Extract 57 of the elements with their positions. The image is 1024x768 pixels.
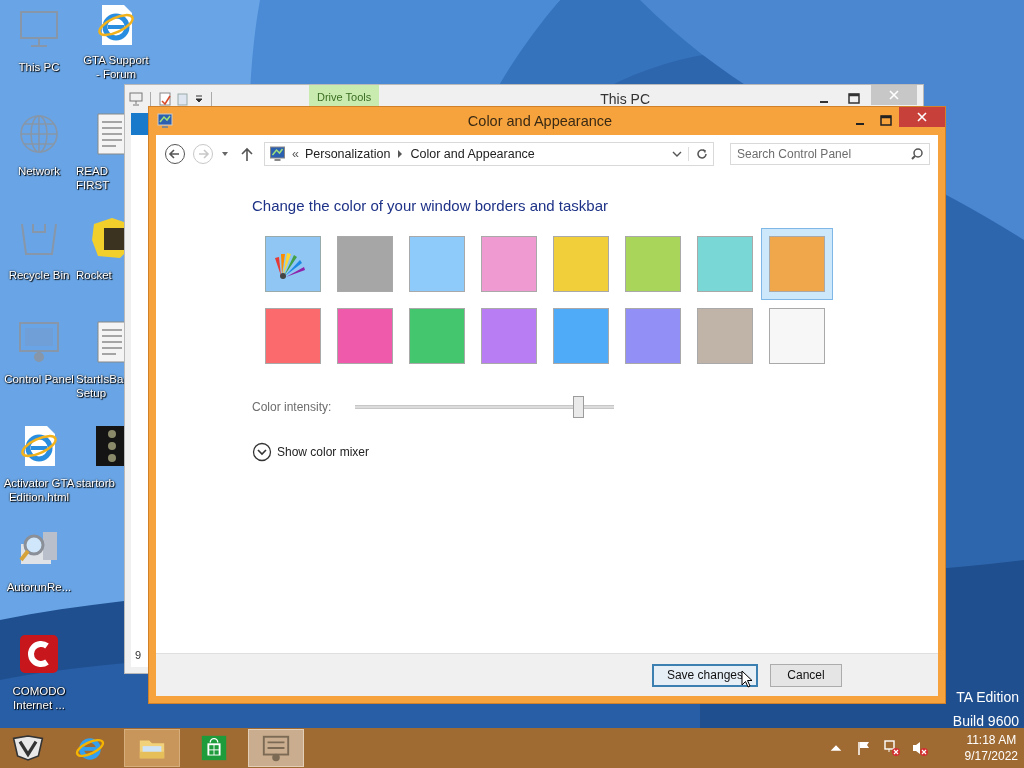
color-palette-icon (265, 236, 321, 292)
chevron-down-icon[interactable] (672, 149, 682, 159)
control-panel-taskbar-button[interactable] (248, 729, 304, 767)
monitor-icon[interactable] (129, 92, 143, 106)
color-tile[interactable] (761, 228, 833, 300)
cancel-button[interactable]: Cancel (770, 663, 842, 687)
icon-label: This PC (18, 60, 60, 74)
icon-label: StartIsBa (76, 372, 124, 386)
icon-label: Activator GTA (3, 476, 75, 490)
save-button[interactable]: Save changes (651, 663, 758, 687)
search-field[interactable]: Search Control Panel (730, 143, 930, 165)
edition-text: TA Edition (956, 688, 1019, 707)
search-icon[interactable] (910, 147, 924, 161)
icon-label: - Forum (95, 67, 137, 81)
clock-time[interactable]: 11:18 AM (966, 732, 1017, 748)
refresh-icon[interactable] (688, 147, 709, 161)
icon-label: Recycle Bin (8, 268, 70, 282)
control-panel-icon (157, 113, 173, 129)
page-heading: Change the color of your window borders and taskbar (252, 197, 610, 214)
shield-logo-icon (12, 733, 44, 763)
chevron-icon[interactable] (396, 149, 405, 159)
cursor-icon (741, 670, 753, 688)
icon-label: Edition.html (8, 490, 70, 504)
overflow-mark[interactable]: « (292, 147, 299, 161)
speaker-muted-icon[interactable] (911, 740, 928, 756)
icon-label: COMODO (12, 684, 66, 698)
flag-icon[interactable] (855, 740, 872, 756)
window-title: This PC (599, 91, 651, 107)
network-error-icon[interactable] (883, 740, 900, 756)
breadcrumb[interactable]: Color and Appearance (410, 147, 535, 161)
window-title: Color and Appearance (466, 113, 614, 129)
caret-icon[interactable] (194, 94, 204, 104)
expand-icon[interactable] (252, 442, 272, 462)
icon-label: Internet ... (13, 698, 65, 712)
icon-label: startorb (76, 476, 115, 490)
address-bar[interactable]: « Personalization Color and Appearance (264, 142, 714, 166)
clock-date[interactable]: 9/17/2022 (964, 748, 1018, 764)
control-panel-icon (269, 146, 286, 162)
breadcrumb[interactable]: Personalization (304, 147, 391, 161)
edition-text: Build 9600 (952, 712, 1019, 731)
icon-label: GTA Support (83, 53, 149, 67)
icon-label: Control Panel (4, 372, 74, 386)
control-panel-icon (260, 733, 292, 763)
icon-label: Rocket (76, 268, 112, 282)
slider-label: Color intensity: (252, 400, 332, 414)
back-icon[interactable] (164, 143, 186, 165)
status-text: 9 (134, 648, 143, 663)
folder-taskbar-button[interactable] (124, 729, 180, 767)
up-arrow-icon[interactable] (240, 146, 254, 162)
icon-label: READ (76, 164, 108, 178)
icon-label: Setup (76, 386, 107, 400)
icon-label: Network (17, 164, 61, 178)
show-color-mixer-link[interactable]: Show color mixer (277, 445, 370, 459)
icon-label: FIRST (76, 178, 110, 192)
icon-label: AutorunRe... (6, 580, 72, 594)
properties-icon[interactable] (158, 92, 172, 106)
slider-thumb[interactable] (573, 396, 585, 418)
